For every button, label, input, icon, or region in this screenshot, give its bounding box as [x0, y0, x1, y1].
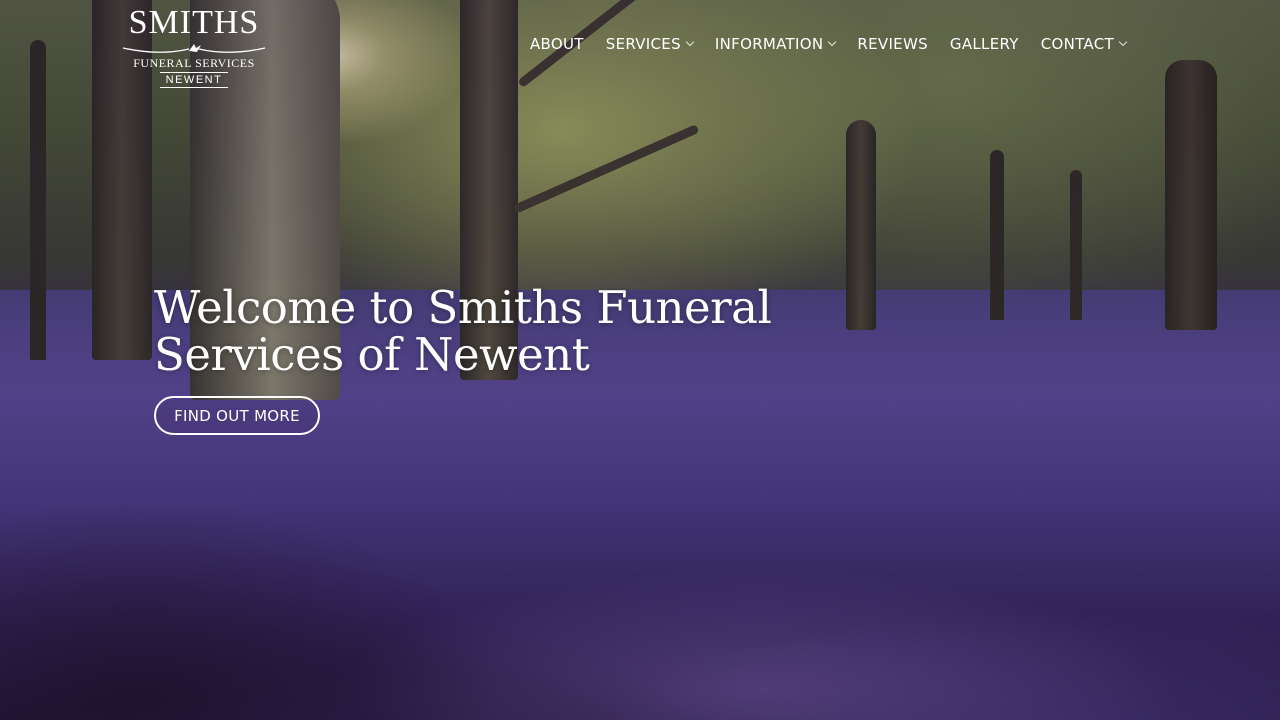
nav-item-information[interactable]: INFORMATION — [714, 35, 837, 53]
hero-section: SMITHS FUNERAL SERVICES NEWENT ABOUT SER… — [0, 0, 1280, 720]
nav-item-services[interactable]: SERVICES — [605, 35, 695, 53]
dove-icon — [122, 44, 266, 53]
chevron-down-icon — [1118, 37, 1128, 47]
nav-item-contact[interactable]: CONTACT — [1040, 35, 1128, 53]
nav-item-label: REVIEWS — [857, 35, 928, 53]
nav-item-label: ABOUT — [530, 35, 584, 53]
hero-heading: Welcome to Smiths Funeral Services of Ne… — [154, 281, 772, 381]
nav-item-label: INFORMATION — [714, 35, 824, 53]
chevron-down-icon — [685, 37, 695, 47]
site-logo[interactable]: SMITHS FUNERAL SERVICES NEWENT — [114, 4, 274, 88]
logo-wordmark: SMITHS — [128, 4, 260, 41]
cta-label: FIND OUT MORE — [174, 406, 300, 425]
logo-town: NEWENT — [159, 72, 229, 88]
nav-item-about[interactable]: ABOUT — [530, 35, 584, 53]
chevron-down-icon — [828, 37, 837, 47]
main-navigation: ABOUT SERVICES INFORMATION REVIEWS GALLE… — [530, 33, 1128, 55]
find-out-more-button[interactable]: FIND OUT MORE — [154, 396, 320, 435]
nav-item-reviews[interactable]: REVIEWS — [857, 35, 928, 53]
logo-subtitle: FUNERAL SERVICES — [133, 56, 255, 70]
nav-item-label: SERVICES — [605, 35, 681, 53]
nav-item-gallery[interactable]: GALLERY — [950, 35, 1019, 53]
nav-item-label: CONTACT — [1040, 35, 1114, 53]
nav-item-label: GALLERY — [949, 35, 1019, 53]
